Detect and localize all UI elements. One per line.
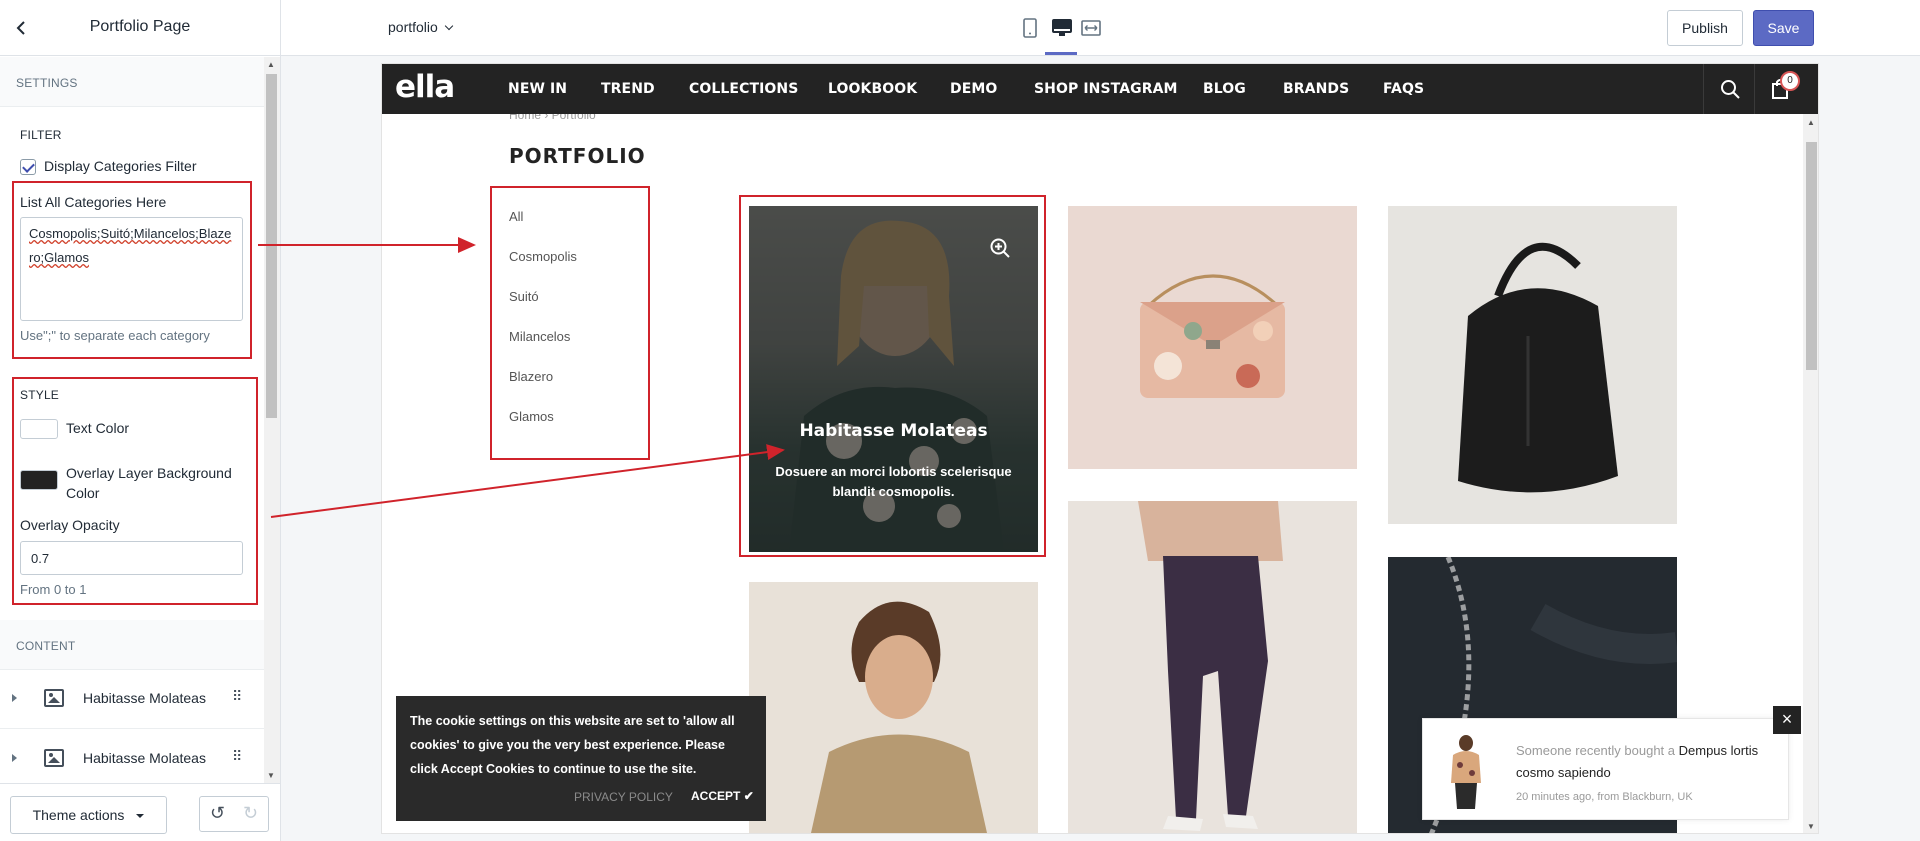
filter-heading: FILTER: [20, 128, 62, 142]
editor-topbar: portfolio Publish Save: [281, 0, 1920, 56]
recent-purchase-toast[interactable]: Someone recently bought a Dempus lortis …: [1422, 718, 1789, 820]
cart-count-badge: 0: [1780, 71, 1800, 91]
style-annotation-box: [12, 377, 258, 605]
publish-button[interactable]: Publish: [1667, 10, 1743, 46]
nav-divider: [1754, 64, 1755, 114]
scroll-up-arrow-icon[interactable]: ▲: [267, 60, 275, 69]
undo-icon[interactable]: ↺: [210, 803, 225, 824]
floral-bag-photo: [1140, 274, 1285, 398]
sidebar-footer: Theme actions ↺ ↻: [0, 783, 280, 841]
search-icon[interactable]: [1720, 79, 1740, 99]
content-block-name: Habitasse Molateas: [83, 750, 206, 766]
nav-trend[interactable]: TREND: [601, 81, 655, 97]
redo-icon[interactable]: ↻: [243, 803, 258, 824]
portfolio-item[interactable]: [749, 582, 1038, 833]
nav-blog[interactable]: BLOG: [1203, 81, 1246, 97]
scroll-up-arrow-icon[interactable]: ▲: [1807, 118, 1815, 127]
nav-brands[interactable]: BRANDS: [1283, 81, 1349, 97]
content-block-row[interactable]: Habitasse Molateas ⠿: [0, 669, 264, 729]
save-button[interactable]: Save: [1753, 10, 1814, 46]
toast-message: Someone recently bought a Dempus lortis …: [1516, 740, 1786, 784]
display-categories-label: Display Categories Filter: [44, 158, 197, 174]
accept-cookies-button[interactable]: ACCEPT ✔: [691, 789, 754, 803]
page-selector[interactable]: portfolio: [388, 19, 454, 35]
nav-collections[interactable]: COLLECTIONS: [689, 81, 798, 97]
toast-time: 20 minutes ago, from Blackburn, UK: [1516, 791, 1693, 803]
portfolio-item[interactable]: [1068, 501, 1357, 833]
active-view-indicator: [1045, 52, 1077, 55]
portfolio-item[interactable]: [1068, 206, 1357, 469]
desktop-view-icon[interactable]: [1052, 18, 1072, 38]
chevron-down-icon: [444, 21, 454, 31]
cookie-text: The cookie settings on this website are …: [410, 714, 735, 776]
store-preview: Home › Portfolio PORTFOLIO All Cosmopoli…: [381, 63, 1819, 834]
content-block-name: Habitasse Molateas: [83, 690, 206, 706]
scroll-down-arrow-icon[interactable]: ▼: [267, 771, 275, 780]
accept-label: ACCEPT: [691, 789, 741, 803]
cookie-banner: The cookie settings on this website are …: [396, 696, 766, 821]
page-title: PORTFOLIO: [509, 144, 646, 168]
drag-handle-icon[interactable]: ⠿: [232, 688, 242, 705]
expand-caret-icon[interactable]: [12, 754, 17, 762]
nav-shop-instagram[interactable]: SHOP INSTAGRAM: [1034, 81, 1178, 97]
mobile-view-icon[interactable]: [1023, 18, 1037, 38]
expand-caret-icon[interactable]: [12, 694, 17, 702]
filter-annotation-box: [12, 181, 252, 359]
settings-sidebar: Portfolio Page SETTINGS FILTER Display C…: [0, 0, 281, 841]
store-header: ella NEW IN TREND COLLECTIONS LOOKBOOK D…: [382, 64, 1818, 114]
dropdown-caret-icon: [136, 814, 145, 819]
model-shirt-photo: [811, 601, 987, 833]
nav-divider: [1703, 64, 1704, 114]
image-block-icon: [44, 749, 64, 767]
undo-redo-group: ↺ ↻: [199, 796, 269, 832]
privacy-policy-link[interactable]: PRIVACY POLICY: [574, 790, 673, 804]
toast-prefix: Someone recently bought a: [1516, 743, 1675, 758]
settings-section-heading: SETTINGS: [0, 57, 264, 107]
page-selector-label: portfolio: [388, 19, 438, 35]
preview-scrollbar-thumb[interactable]: [1806, 142, 1817, 370]
scroll-down-arrow-icon[interactable]: ▼: [1807, 822, 1815, 831]
product-thumbnail: [1451, 735, 1481, 809]
portfolio-item[interactable]: [1388, 206, 1677, 524]
nav-demo[interactable]: DEMO: [950, 81, 997, 97]
drag-handle-icon[interactable]: ⠿: [232, 748, 242, 765]
close-icon[interactable]: ×: [1773, 706, 1801, 734]
image-block-icon: [44, 689, 64, 707]
content-section-heading: CONTENT: [0, 620, 264, 670]
fullwidth-view-icon[interactable]: [1081, 18, 1101, 38]
purple-pants-photo: [1138, 501, 1283, 831]
checkmark-icon: ✔: [743, 789, 754, 803]
black-bag-photo: [1458, 242, 1618, 493]
display-categories-checkbox[interactable]: [20, 159, 36, 175]
nav-new-in[interactable]: NEW IN: [508, 81, 567, 97]
theme-editor: Portfolio Page SETTINGS FILTER Display C…: [0, 0, 1920, 841]
categories-annotation-box: [490, 186, 650, 460]
overlay-annotation-box: [739, 195, 1046, 557]
nav-faqs[interactable]: FAQS: [1383, 81, 1424, 97]
theme-actions-button[interactable]: Theme actions: [10, 796, 167, 834]
sidebar-scrollbar-thumb[interactable]: [266, 74, 277, 418]
theme-actions-label: Theme actions: [32, 807, 125, 823]
nav-lookbook[interactable]: LOOKBOOK: [828, 81, 917, 97]
sidebar-title: Portfolio Page: [89, 18, 191, 35]
store-logo[interactable]: ella: [395, 69, 455, 105]
content-block-row[interactable]: Habitasse Molateas ⠿: [0, 729, 264, 783]
sidebar-header: Portfolio Page: [0, 0, 280, 56]
